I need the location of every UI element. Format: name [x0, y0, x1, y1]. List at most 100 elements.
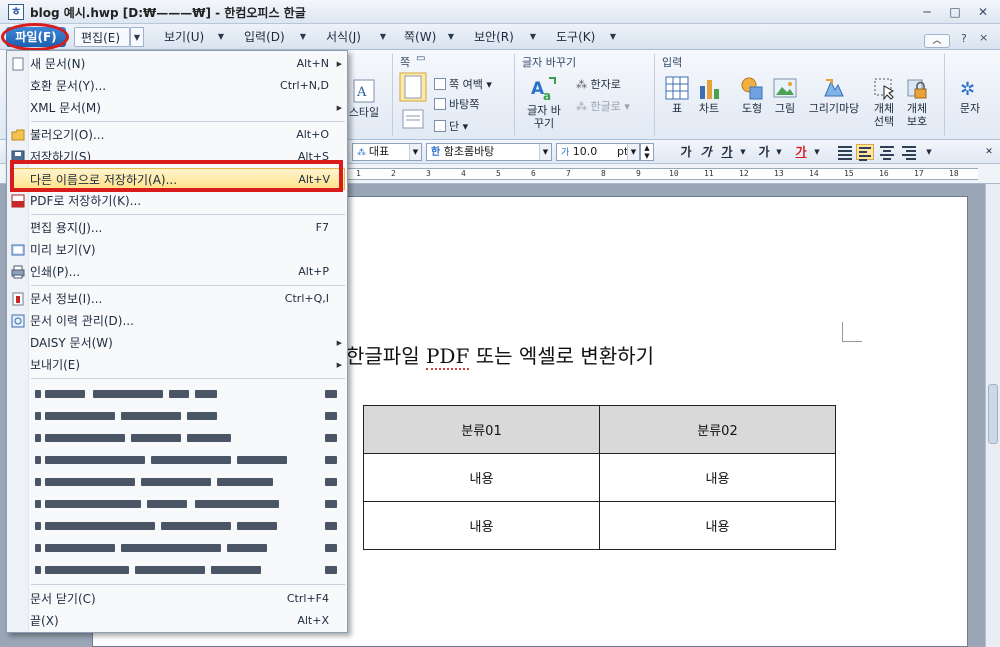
align-left-icon[interactable] — [856, 144, 874, 161]
align-center-icon[interactable] — [878, 144, 896, 160]
master-page-button[interactable]: 바탕쪽 — [434, 96, 479, 112]
doc-close-icon[interactable]: × — [979, 31, 988, 44]
table-cell[interactable]: 내용 — [599, 453, 836, 502]
menu-item-send[interactable]: 보내기(E) ▶ — [7, 354, 347, 376]
menu-item-preview[interactable]: 미리 보기(V) — [7, 239, 347, 261]
vertical-scrollbar[interactable] — [985, 184, 1000, 647]
object-select-button[interactable]: 개체 선택 — [868, 76, 900, 128]
scrollbar-thumb[interactable] — [988, 384, 998, 444]
hanja-button[interactable]: ⁂ 한자로 — [576, 76, 621, 92]
recent-file-item[interactable] — [35, 405, 337, 427]
hwp-app-icon[interactable]: ㅎ — [8, 4, 24, 20]
menu-item-exit[interactable]: 끝(X) Alt+X — [7, 610, 347, 632]
help-icon[interactable]: ? — [961, 32, 967, 45]
page-direction-button[interactable] — [398, 108, 428, 132]
menu-edit[interactable]: 편집(E) — [74, 27, 130, 47]
text-convert-button[interactable]: Aa 글자 바꾸기 — [520, 74, 568, 130]
recent-file-item[interactable] — [35, 471, 337, 493]
italic-button[interactable]: 가 — [698, 144, 714, 160]
hangul-button[interactable]: ⁂ 한글로 ▾ — [576, 98, 630, 114]
menu-view[interactable]: 보기(U) — [158, 27, 210, 47]
chevron-down-icon[interactable]: ▼ — [214, 27, 228, 47]
recent-file-item[interactable] — [35, 559, 337, 581]
chevron-down-icon[interactable]: ▼ — [924, 144, 934, 160]
menu-item-print[interactable]: 인쇄(P)... Alt+P — [7, 261, 347, 283]
recent-file-item[interactable] — [35, 493, 337, 515]
chevron-down-icon[interactable]: ▼ — [606, 27, 620, 47]
align-justify-icon[interactable] — [836, 144, 854, 160]
ruler-track[interactable]: 1 2 3 4 5 6 7 8 9 10 11 12 13 14 15 16 1… — [348, 168, 978, 180]
recent-file-item[interactable] — [35, 537, 337, 559]
chart-button[interactable]: 차트 — [694, 76, 724, 115]
ribbon-collapse-button[interactable]: ︿ — [924, 34, 950, 48]
pdf-icon — [11, 194, 25, 208]
table-cell[interactable]: 내용 — [363, 501, 600, 550]
table-cell[interactable]: 내용 — [599, 501, 836, 550]
menu-item-close-document[interactable]: 문서 닫기(C) Ctrl+F4 — [7, 588, 347, 610]
page-layout-button[interactable] — [398, 72, 428, 104]
chevron-down-icon[interactable]: ▼ — [296, 27, 310, 47]
chevron-down-icon[interactable]: ▼ — [526, 27, 540, 47]
text-color-button[interactable]: 가 — [792, 144, 810, 160]
chevron-down-icon[interactable]: ▼ — [444, 27, 458, 47]
info-icon — [12, 292, 24, 306]
menu-item-label: PDF로 저장하기(K)... — [30, 194, 142, 208]
table-header-cell[interactable]: 분류01 — [363, 405, 600, 454]
text-symbol-button[interactable]: ✲ 문자 — [952, 76, 988, 115]
menu-item-open[interactable]: 불러오기(O)... Alt+O — [7, 124, 347, 146]
menu-page[interactable]: 쪽(W) — [398, 27, 442, 47]
page-margin-button[interactable]: 쪽 여백 ▾ — [434, 76, 492, 92]
table-header-cell[interactable]: 분류02 — [599, 405, 836, 454]
table-button[interactable]: 표 — [662, 76, 692, 115]
recent-file-item[interactable] — [35, 449, 337, 471]
chevron-down-icon[interactable]: ▼ — [738, 144, 748, 160]
table-cell[interactable]: 내용 — [363, 453, 600, 502]
style-button[interactable]: A 스타일 — [344, 78, 384, 119]
toolbar-close-icon[interactable]: ✕ — [982, 144, 996, 160]
object-protect-button[interactable]: 개체 보호 — [900, 76, 934, 128]
menu-item-doc-history[interactable]: 문서 이력 관리(D)... — [7, 310, 347, 332]
style-combo[interactable]: ⁂ 대표 ▼ — [352, 143, 422, 161]
column-button[interactable]: 단 ▾ — [434, 118, 468, 134]
chevron-down-icon[interactable]: ▼ — [627, 144, 639, 160]
table-row: 분류01 분류02 — [363, 405, 836, 454]
menu-insert[interactable]: 입력(D) — [238, 27, 291, 47]
menu-item-doc-info[interactable]: 문서 정보(I)... Ctrl+Q,I — [7, 288, 347, 310]
chevron-down-icon[interactable]: ▼ — [774, 144, 784, 160]
page-setup-icon[interactable]: ▭ — [416, 53, 425, 64]
bold-button[interactable]: 가 — [678, 144, 694, 160]
menu-item-page-setup[interactable]: 편집 용지(J)... F7 — [7, 217, 347, 239]
ruler-number: 11 — [704, 169, 714, 178]
menu-edit-dropdown-icon[interactable]: ▼ — [130, 27, 144, 47]
menu-item-save-pdf[interactable]: PDF로 저장하기(K)... — [7, 190, 347, 212]
font-size-spinner[interactable]: ▲ ▼ — [640, 143, 654, 161]
align-right-icon[interactable] — [900, 144, 918, 160]
chevron-down-icon[interactable]: ▼ — [376, 27, 390, 47]
menu-format[interactable]: 서식(J) — [320, 27, 367, 47]
menu-item-daisy[interactable]: DAISY 문서(W) ▶ — [7, 332, 347, 354]
drawing-mart-button[interactable]: 그리기마당 — [802, 76, 866, 115]
minimize-button[interactable]: ─ — [916, 3, 938, 21]
menu-item-new-document[interactable]: 새 문서(N) Alt+N ▶ — [7, 53, 347, 75]
object-protect-label: 개체 보호 — [906, 102, 928, 128]
restore-button[interactable]: □ — [944, 3, 966, 21]
document-heading[interactable]: 한글파일 PDF 또는 엑셀로 변환하기 — [346, 340, 654, 370]
font-combo[interactable]: 한 함초롬바탕 ▼ — [426, 143, 552, 161]
chevron-down-icon[interactable]: ▼ — [812, 144, 822, 160]
document-table[interactable]: 분류01 분류02 내용 내용 내용 내용 — [363, 405, 836, 550]
menu-security[interactable]: 보안(R) — [468, 27, 520, 47]
menu-tools[interactable]: 도구(K) — [550, 27, 601, 47]
close-button[interactable]: ✕ — [972, 3, 994, 21]
recent-file-item[interactable] — [35, 515, 337, 537]
chevron-down-icon[interactable]: ▼ — [539, 144, 551, 160]
chevron-down-icon[interactable]: ▼ — [409, 144, 421, 160]
strike-button[interactable]: 가 — [756, 144, 772, 160]
picture-button[interactable]: 그림 — [770, 76, 800, 115]
underline-button[interactable]: 가 — [718, 144, 736, 160]
menu-item-xml-document[interactable]: XML 문서(M) ▶ — [7, 97, 347, 119]
recent-file-item[interactable] — [35, 383, 337, 405]
shape-button[interactable]: 도형 — [736, 76, 768, 115]
menu-item-compat-document[interactable]: 호환 문서(Y)... Ctrl+N,D — [7, 75, 347, 97]
recent-file-item[interactable] — [35, 427, 337, 449]
font-size-combo[interactable]: 가 10.0 pt ▼ — [556, 143, 640, 161]
